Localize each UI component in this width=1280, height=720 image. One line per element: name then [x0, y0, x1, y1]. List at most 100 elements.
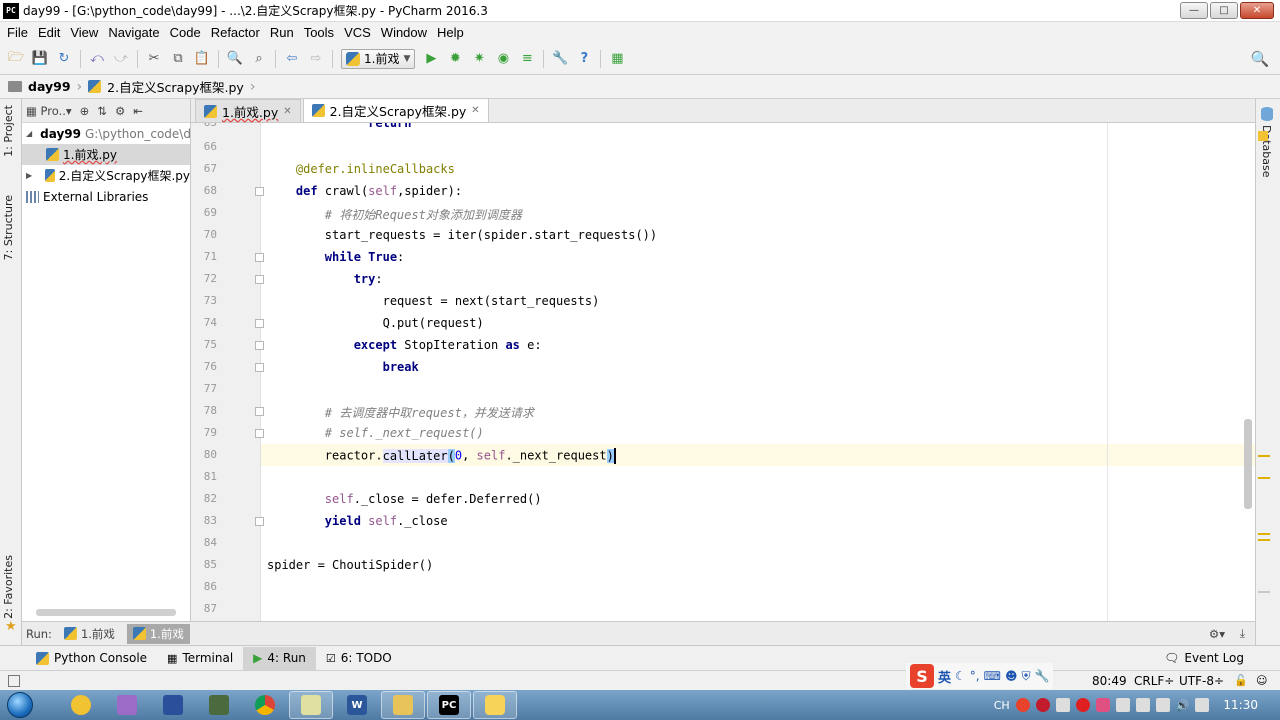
usage-marker[interactable] — [1258, 477, 1270, 479]
project-view-select[interactable]: ▦ Pro..▾ — [26, 104, 72, 118]
minimize-button[interactable]: — — [1180, 2, 1208, 19]
usage-marker[interactable] — [1258, 455, 1270, 457]
network-icon[interactable] — [1135, 698, 1150, 712]
sogou-logo-icon[interactable]: S — [910, 664, 934, 688]
fold-marker[interactable] — [255, 253, 264, 262]
taskbar-app-chrome[interactable] — [243, 691, 287, 719]
tray-app-icon-3[interactable] — [1195, 698, 1210, 712]
usage-marker[interactable] — [1258, 533, 1270, 535]
run-configuration-select[interactable]: 1.前戏 ▼ — [341, 48, 416, 69]
sync-icon[interactable]: ↻ — [55, 50, 73, 68]
status-toggle-icon[interactable] — [8, 674, 20, 687]
fold-marker[interactable] — [255, 341, 264, 350]
menu-edit[interactable]: Edit — [33, 25, 65, 40]
menu-file[interactable]: File — [2, 25, 33, 40]
volume-icon[interactable]: 🔊 — [1176, 699, 1190, 712]
ime-mode-label[interactable]: 英 — [938, 667, 951, 686]
shirt-icon[interactable]: ⛨ — [1021, 669, 1030, 684]
code-editor[interactable]: 65 66 67 68 69 70 71 72 73 74 75 76 77 7… — [191, 123, 1255, 621]
project-tool-tab[interactable]: 1: Project — [2, 105, 15, 157]
copy-icon[interactable]: ⧉ — [169, 50, 187, 68]
fold-marker[interactable] — [255, 407, 264, 416]
fold-marker[interactable] — [255, 275, 264, 284]
line-separator[interactable]: CRLF÷ — [1134, 674, 1174, 688]
search-everywhere-icon[interactable]: 🔍 — [1251, 50, 1270, 68]
gear-icon[interactable]: ⚙▾ — [1209, 627, 1225, 641]
taskbar-app-1[interactable] — [59, 691, 103, 719]
structure-tool-tab[interactable]: 7: Structure — [2, 195, 15, 260]
concurrency-icon[interactable]: ≡ — [518, 50, 536, 68]
maximize-button[interactable]: □ — [1210, 2, 1238, 19]
taskbar-app-notepad[interactable] — [289, 691, 333, 719]
run-tab[interactable]: ▶ 4: Run — [243, 646, 316, 670]
menu-run[interactable]: Run — [265, 25, 299, 40]
coverage-icon[interactable]: ✷ — [470, 50, 488, 68]
terminal-tab[interactable]: ▦ Terminal — [157, 647, 243, 670]
editor-tab-2[interactable]: 2.自定义Scrapy框架.py ✕ — [302, 98, 489, 122]
tray-app-icon[interactable] — [1035, 698, 1050, 712]
inspector-icon[interactable]: ☺ — [1256, 674, 1267, 687]
menu-tools[interactable]: Tools — [299, 25, 339, 40]
back-icon[interactable]: ⇦ — [283, 50, 301, 68]
breadcrumb-file[interactable]: 2.自定义Scrapy框架.py — [107, 77, 244, 96]
cut-icon[interactable]: ✂ — [145, 50, 163, 68]
close-window-button[interactable]: ✕ — [1240, 2, 1274, 19]
menu-navigate[interactable]: Navigate — [103, 25, 164, 40]
profile-icon[interactable]: ◉ — [494, 50, 512, 68]
tree-external-libraries[interactable]: External Libraries — [22, 186, 190, 207]
start-button[interactable] — [0, 690, 40, 720]
debug-icon[interactable]: ✹ — [446, 50, 464, 68]
taskbar-app-explorer[interactable] — [381, 691, 425, 719]
taskbar-app-3[interactable] — [151, 691, 195, 719]
record-icon[interactable] — [1075, 698, 1090, 712]
network-monitor-icon[interactable] — [1055, 698, 1070, 712]
hide-panel-icon[interactable]: ⇤ — [133, 104, 143, 118]
taskbar-app-video[interactable] — [473, 691, 517, 719]
redo-icon[interactable]: ⤻ — [112, 50, 130, 68]
tree-file-2[interactable]: ▶ 2.自定义Scrapy框架.py — [22, 165, 190, 186]
sync-target-icon[interactable]: ⊕ — [80, 104, 90, 118]
help-icon[interactable]: ? — [575, 50, 593, 68]
favorites-tool-tab[interactable]: 2: Favorites — [2, 555, 15, 619]
run-tab-2[interactable]: 1.前戏 — [126, 623, 190, 644]
close-icon[interactable]: ✕ — [471, 105, 479, 116]
fold-marker[interactable] — [255, 429, 264, 438]
settings-wrench-icon[interactable]: 🔧 — [551, 50, 569, 68]
user-icon[interactable]: ☻ — [1005, 669, 1018, 683]
taskbar-app-4[interactable] — [197, 691, 241, 719]
fold-marker[interactable] — [255, 319, 264, 328]
fold-marker[interactable] — [255, 517, 264, 526]
menu-help[interactable]: Help — [432, 25, 469, 40]
clock[interactable]: 11:30 — [1223, 698, 1258, 712]
gear-icon[interactable]: ⚙ — [115, 104, 125, 118]
taskbar-app-word[interactable]: W — [335, 691, 379, 719]
usage-marker[interactable] — [1258, 539, 1270, 541]
warning-marker[interactable] — [1258, 131, 1268, 141]
run-icon[interactable]: ▶ — [422, 50, 440, 68]
hide-panel-icon[interactable]: ⤓ — [1240, 626, 1245, 641]
display-icon[interactable] — [1155, 698, 1170, 712]
menu-vcs[interactable]: VCS — [339, 25, 376, 40]
close-icon[interactable]: ✕ — [283, 106, 291, 117]
todo-tab[interactable]: ☑ 6: TODO — [316, 647, 402, 670]
structure-icon[interactable]: ▦ — [608, 50, 626, 68]
menu-view[interactable]: View — [65, 25, 103, 40]
vertical-scrollbar[interactable] — [1244, 419, 1252, 509]
paste-icon[interactable]: 📋 — [193, 50, 211, 68]
event-log-tab[interactable]: 🗨 Event Log — [1154, 647, 1254, 670]
file-encoding[interactable]: UTF-8÷ — [1179, 674, 1224, 688]
tree-root[interactable]: ◢ day99 G:\python_code\d — [22, 123, 190, 144]
cursor-position[interactable]: 80:49 — [1092, 674, 1127, 688]
tray-app-icon-2[interactable] — [1115, 698, 1130, 712]
punctuation-icon[interactable]: °, — [970, 669, 980, 683]
open-folder-icon[interactable]: 🗁 — [7, 50, 25, 68]
tree-file-1[interactable]: 1.前戏.py — [22, 144, 190, 165]
forward-icon[interactable]: ⇨ — [307, 50, 325, 68]
breadcrumb-project[interactable]: day99 — [28, 79, 71, 94]
collapse-all-icon[interactable]: ⇅ — [97, 104, 107, 118]
menu-window[interactable]: Window — [376, 25, 432, 40]
usage-marker[interactable] — [1258, 591, 1270, 593]
menu-refactor[interactable]: Refactor — [206, 25, 265, 40]
save-icon[interactable]: 💾 — [31, 50, 49, 68]
python-console-tab[interactable]: Python Console — [26, 647, 157, 670]
